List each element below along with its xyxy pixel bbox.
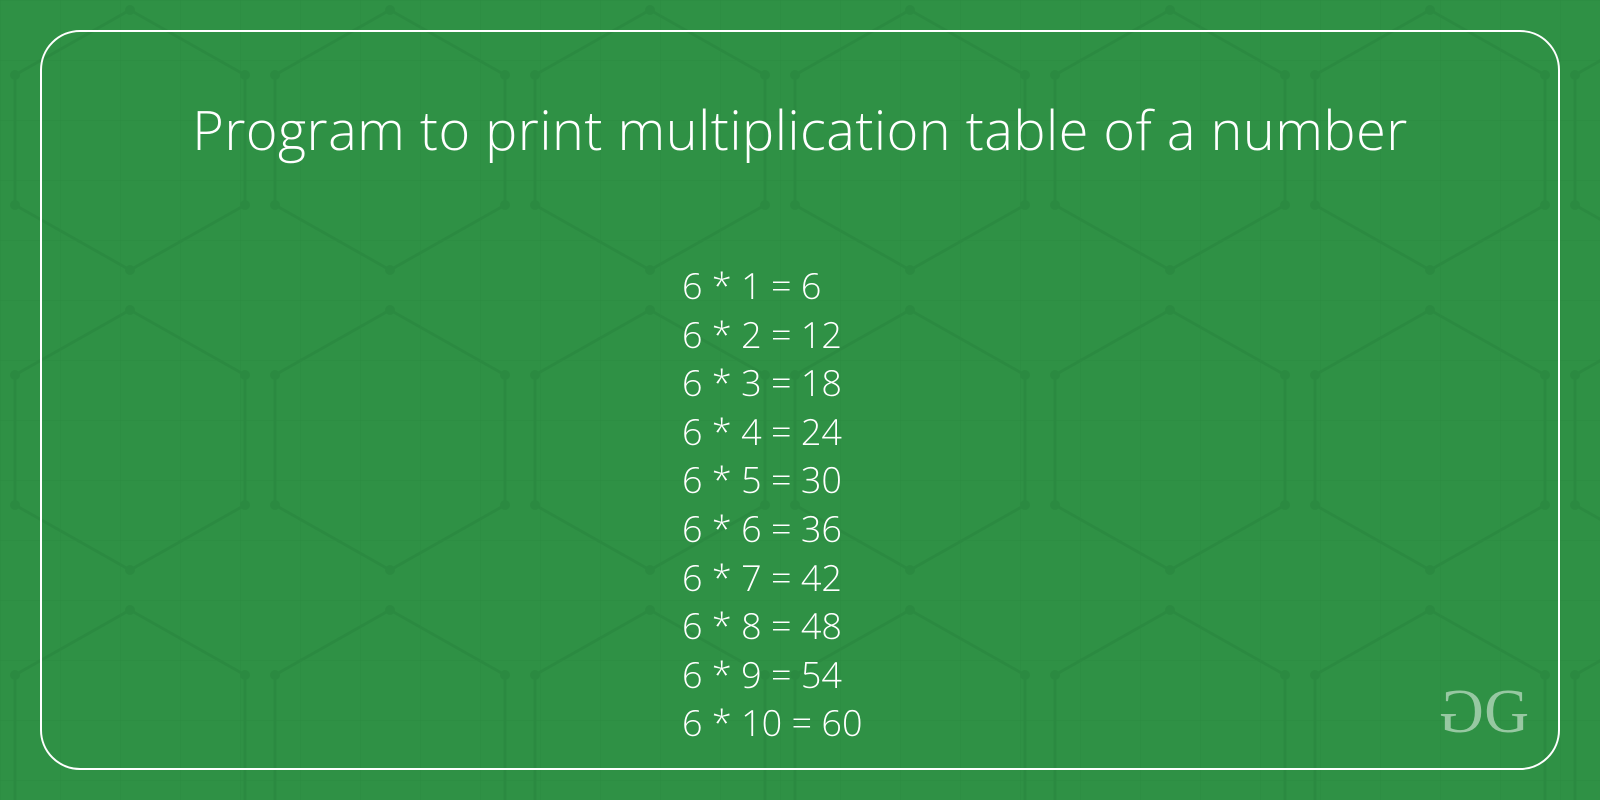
table-row: 6 * 4 = 24 xyxy=(682,408,863,457)
table-row: 6 * 5 = 30 xyxy=(682,456,863,505)
logo-right-glyph: G xyxy=(1484,678,1523,746)
table-row: 6 * 1 = 6 xyxy=(682,262,863,311)
page-title: Program to print multiplication table of… xyxy=(42,92,1558,166)
table-row: 6 * 3 = 18 xyxy=(682,359,863,408)
table-row: 6 * 6 = 36 xyxy=(682,505,863,554)
multiplication-table: 6 * 1 = 6 6 * 2 = 12 6 * 3 = 18 6 * 4 = … xyxy=(682,262,863,748)
brand-logo: GG xyxy=(1445,677,1523,748)
logo-left-glyph: G xyxy=(1445,677,1484,748)
content-card: Program to print multiplication table of… xyxy=(40,30,1560,770)
table-row: 6 * 9 = 54 xyxy=(682,651,863,700)
table-row: 6 * 7 = 42 xyxy=(682,554,863,603)
table-row: 6 * 10 = 60 xyxy=(682,699,863,748)
table-row: 6 * 8 = 48 xyxy=(682,602,863,651)
table-row: 6 * 2 = 12 xyxy=(682,311,863,360)
